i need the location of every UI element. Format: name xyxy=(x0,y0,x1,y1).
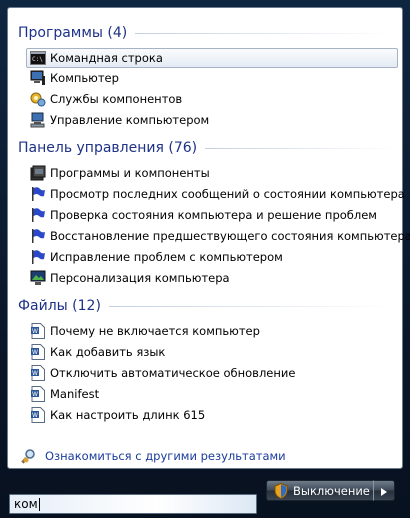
result-item-file[interactable]: W Почему не включается компьютер xyxy=(26,321,398,341)
shield-icon xyxy=(273,482,289,499)
result-item-label: Программы и компоненты xyxy=(50,166,210,180)
result-item-label: Управление компьютером xyxy=(50,113,210,127)
component-services-icon xyxy=(30,91,46,107)
result-item-computer-management[interactable]: Управление компьютером xyxy=(26,110,398,130)
group-header-files: Файлы (12) xyxy=(18,295,396,317)
word-doc-icon: W xyxy=(30,386,46,402)
svg-text:C:\: C:\ xyxy=(32,56,43,63)
flag-icon xyxy=(30,186,46,202)
result-item-label: Проверка состояния компьютера и решение … xyxy=(50,208,377,222)
search-input-value: ком xyxy=(14,497,38,511)
group-title: Файлы (12) xyxy=(18,298,101,314)
personalization-icon xyxy=(30,270,46,286)
computer-icon xyxy=(30,70,46,86)
start-menu-bottom-bar: ком Выключение xyxy=(0,474,410,518)
group-title: Панель управления (76) xyxy=(18,140,198,156)
group-title: Программы (4) xyxy=(18,25,128,41)
search-input[interactable]: ком xyxy=(9,494,257,514)
result-item-label: Почему не включается компьютер xyxy=(50,324,260,338)
result-item-label: Manifest xyxy=(50,387,100,401)
result-item-label: Как настроить длинк 615 xyxy=(50,408,206,422)
result-item-file[interactable]: W Отключить автоматическое обновление xyxy=(26,363,398,383)
result-item-label: Компьютер xyxy=(50,71,119,85)
more-results-label: Ознакомиться с другими результатами xyxy=(45,449,286,463)
shutdown-label: Выключение xyxy=(293,483,370,498)
group-divider xyxy=(108,305,396,307)
word-doc-icon: W xyxy=(30,365,46,381)
svg-text:W: W xyxy=(32,412,38,419)
more-results-link[interactable]: Ознакомиться с другими результатами xyxy=(18,446,286,466)
result-item-label: Исправление проблем с компьютером xyxy=(50,250,283,264)
result-item-file[interactable]: W Manifest xyxy=(26,384,398,404)
word-doc-icon: W xyxy=(30,407,46,423)
result-item-label: Просмотр последних сообщений о состоянии… xyxy=(50,187,405,201)
result-item-programs-features[interactable]: Программы и компоненты xyxy=(26,163,398,183)
result-item-check-status[interactable]: Проверка состояния компьютера и решение … xyxy=(26,205,398,225)
result-item-component-services[interactable]: Службы компонентов xyxy=(26,89,398,109)
flag-icon xyxy=(30,228,46,244)
result-item-file[interactable]: W Как добавить язык xyxy=(26,342,398,362)
group-divider xyxy=(205,147,396,149)
arrow-right-icon xyxy=(381,481,387,500)
group-header-programs: Программы (4) xyxy=(18,22,396,44)
text-caret xyxy=(38,497,40,511)
result-item-view-messages[interactable]: Просмотр последних сообщений о состоянии… xyxy=(26,184,405,204)
group-header-control-panel: Панель управления (76) xyxy=(18,137,396,159)
flag-icon xyxy=(30,207,46,223)
svg-text:W: W xyxy=(32,391,38,398)
computer-management-icon xyxy=(30,112,46,128)
svg-text:W: W xyxy=(32,328,38,335)
result-item-computer[interactable]: Компьютер xyxy=(26,68,398,88)
search-results-panel: Программы (4) C:\ Командная строка Компь… xyxy=(7,7,410,469)
group-divider xyxy=(135,32,396,34)
flag-icon xyxy=(30,249,46,265)
result-item-troubleshoot[interactable]: Исправление проблем с компьютером xyxy=(26,247,398,267)
word-doc-icon: W xyxy=(30,323,46,339)
result-item-file[interactable]: W Как настроить длинк 615 xyxy=(26,405,398,425)
result-item-personalization[interactable]: Персонализация компьютера xyxy=(26,268,398,288)
search-more-icon xyxy=(21,448,37,464)
shutdown-button[interactable]: Выключение xyxy=(266,480,374,501)
result-item-label: Как добавить язык xyxy=(50,345,166,359)
result-item-label: Отключить автоматическое обновление xyxy=(50,366,296,380)
svg-text:W: W xyxy=(32,349,38,356)
result-item-label: Командная строка xyxy=(50,51,163,65)
programs-icon xyxy=(30,165,46,181)
word-doc-icon: W xyxy=(30,344,46,360)
start-menu: Программы (4) C:\ Командная строка Компь… xyxy=(0,0,410,518)
result-item-restore[interactable]: Восстановление предшествующего состояния… xyxy=(26,226,410,246)
result-item-label: Восстановление предшествующего состояния… xyxy=(50,229,410,243)
shutdown-options-button[interactable] xyxy=(373,480,395,501)
result-item-label: Службы компонентов xyxy=(50,92,183,106)
cmd-icon: C:\ xyxy=(30,50,46,66)
svg-text:W: W xyxy=(32,370,38,377)
result-item-cmd[interactable]: C:\ Командная строка xyxy=(26,48,398,68)
result-item-label: Персонализация компьютера xyxy=(50,271,230,285)
